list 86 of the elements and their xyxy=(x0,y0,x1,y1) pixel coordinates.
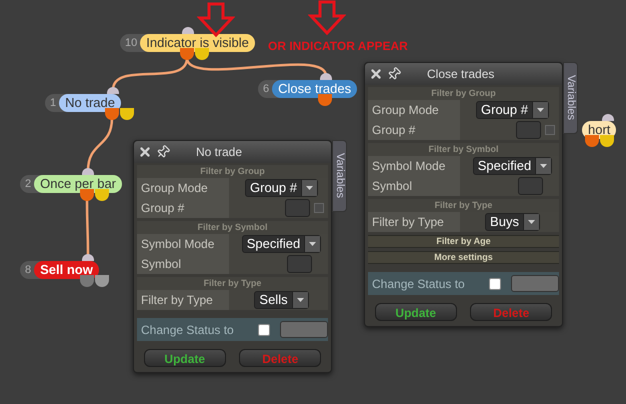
down-arrow-annotation xyxy=(308,0,346,36)
dropdown[interactable]: Specified xyxy=(472,157,552,175)
section-header[interactable]: Filter by Group xyxy=(137,165,328,178)
input-field[interactable] xyxy=(518,177,543,195)
section-header[interactable]: Filter by Group xyxy=(368,87,559,100)
panel-title: Close trades xyxy=(427,66,494,83)
field-label: Group # xyxy=(141,200,184,217)
status-label: Change Status to xyxy=(372,276,466,292)
node-output-port[interactable] xyxy=(95,189,109,201)
flow-node[interactable]: 6 Close trades xyxy=(258,80,358,98)
node-label: No trade xyxy=(59,94,121,112)
field-label: Filter by Type xyxy=(372,214,444,231)
node-label: Indicator is visible xyxy=(140,34,255,52)
section-header[interactable]: Filter by Symbol xyxy=(137,221,328,234)
node-number: 1 xyxy=(49,96,58,111)
node-top-port[interactable] xyxy=(602,114,614,121)
input-field[interactable] xyxy=(280,321,328,338)
dropdown[interactable]: Group # xyxy=(245,179,318,197)
caret-icon xyxy=(536,108,544,112)
node-output-port[interactable] xyxy=(600,135,614,147)
field-label: Symbol Mode xyxy=(141,236,214,253)
flow-node[interactable]: 2 Once per bar xyxy=(20,175,122,193)
checkbox[interactable] xyxy=(545,125,555,135)
input-field[interactable] xyxy=(287,255,312,273)
node-number: 6 xyxy=(262,82,270,97)
input-field[interactable] xyxy=(285,199,310,217)
annotation-text: OR INDICATOR APPEAR xyxy=(268,38,408,55)
node-top-port[interactable] xyxy=(107,87,119,94)
caret-icon xyxy=(528,220,535,224)
flow-node[interactable]: 8 Sell now xyxy=(20,261,99,279)
caret-icon xyxy=(309,242,316,246)
field-label: Group # xyxy=(372,122,416,139)
input-field[interactable] xyxy=(516,121,541,139)
node-output-port[interactable] xyxy=(80,189,94,201)
section-header[interactable]: More settings xyxy=(368,251,559,264)
caret-icon xyxy=(306,186,313,190)
node-top-port[interactable] xyxy=(320,73,332,80)
caret-icon xyxy=(296,298,304,302)
node-label: Sell now xyxy=(34,261,99,279)
node-top-port[interactable] xyxy=(82,254,94,261)
dropdown[interactable]: Group # xyxy=(476,101,549,119)
panel-title: No trade xyxy=(196,144,242,161)
node-output-port[interactable] xyxy=(195,48,209,60)
section-header[interactable]: Filter by Age xyxy=(368,235,559,248)
field-label: Filter by Type xyxy=(141,292,213,309)
node-output-port[interactable] xyxy=(80,275,94,287)
node-output-port[interactable] xyxy=(585,135,599,147)
checkbox[interactable] xyxy=(489,278,502,290)
down-arrow-annotation xyxy=(197,2,235,38)
side-tab[interactable]: Variables xyxy=(563,62,578,134)
node-output-port[interactable] xyxy=(105,108,119,120)
section-header[interactable]: Filter by Type xyxy=(137,277,328,290)
section-header[interactable]: Filter by Symbol xyxy=(368,143,559,156)
section-header[interactable]: Filter by Type xyxy=(368,199,559,212)
node-top-port[interactable] xyxy=(182,27,194,34)
field-label: Symbol xyxy=(372,178,412,195)
checkbox[interactable] xyxy=(314,203,324,213)
connector-line xyxy=(86,199,90,257)
close-icon[interactable] xyxy=(369,67,383,81)
node-number: 10 xyxy=(124,36,138,51)
node-output-port[interactable] xyxy=(95,275,109,287)
update-button[interactable]: Update xyxy=(374,303,457,321)
field-label: Group Mode xyxy=(141,180,208,197)
flow-node[interactable]: 10 Indicator is visible xyxy=(120,34,255,52)
field-label: Group Mode xyxy=(372,102,439,119)
checkbox[interactable] xyxy=(258,324,270,336)
node-top-port[interactable] xyxy=(82,168,94,175)
field-label: Symbol xyxy=(141,256,182,273)
node-number: 8 xyxy=(24,262,32,278)
caret-icon xyxy=(540,164,548,168)
node-output-port[interactable] xyxy=(318,94,332,106)
status-label: Change Status to xyxy=(141,322,235,338)
node-label: Close trades xyxy=(272,80,358,98)
field-label: Symbol Mode xyxy=(372,158,446,175)
node-output-port[interactable] xyxy=(180,48,194,60)
dropdown[interactable]: Buys xyxy=(485,213,540,231)
dropdown[interactable]: Sells xyxy=(254,291,309,309)
node-label: Once per bar xyxy=(34,175,122,193)
node-number: 2 xyxy=(24,176,32,192)
input-field[interactable] xyxy=(511,275,559,292)
update-button[interactable]: Update xyxy=(144,349,226,367)
side-tab[interactable]: Variables xyxy=(332,140,347,212)
dropdown[interactable]: Specified xyxy=(242,235,322,253)
node-output-port[interactable] xyxy=(120,108,134,120)
close-icon[interactable] xyxy=(138,145,152,159)
flow-node[interactable]: 1 No trade xyxy=(45,94,121,112)
